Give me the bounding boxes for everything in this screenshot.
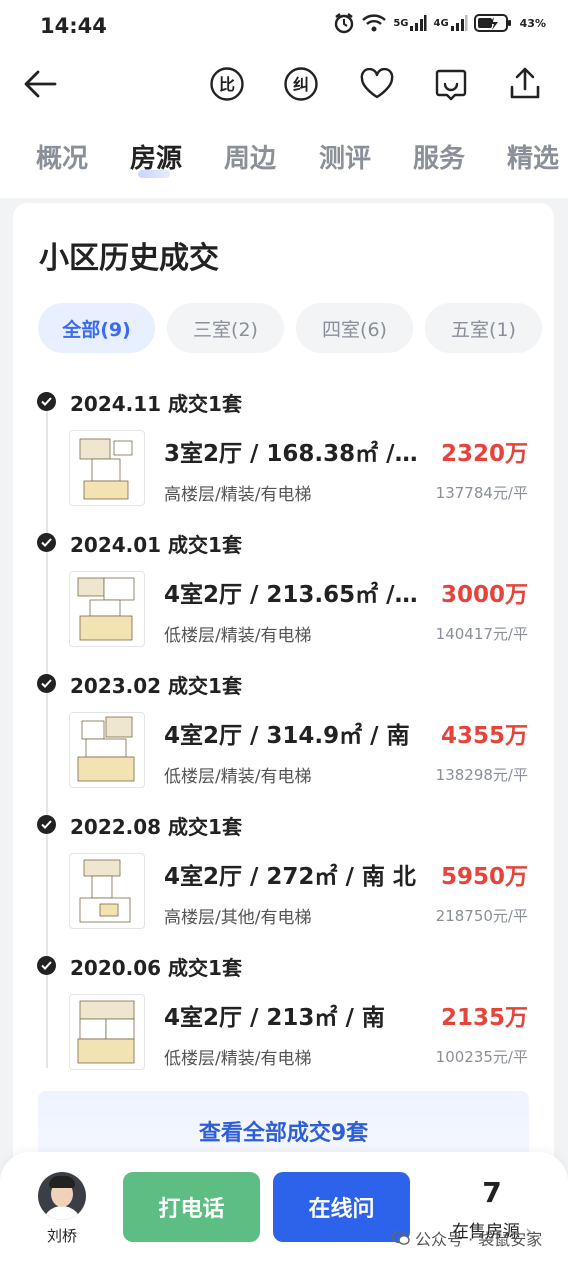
deal-price: 5950万 — [440, 864, 528, 890]
share-icon[interactable] — [503, 62, 547, 106]
compare-glyph: 比 — [219, 75, 235, 94]
call-button[interactable]: 打电话 — [123, 1172, 260, 1242]
status-time: 14:44 — [40, 14, 107, 38]
listing-spec: 4室2厅 / 314.9㎡ / 南 — [164, 723, 410, 749]
filter-chip-3-rooms[interactable]: 三室(2) — [167, 303, 284, 353]
listing-spec: 4室2厅 / 213.65㎡ / 南 北 — [164, 582, 420, 608]
signal-5g-icon: 5G — [393, 14, 427, 32]
unit-price: 218750元/平 — [435, 907, 528, 925]
transaction-item[interactable]: 2023.02 成交1套 4室2厅 / 314.9㎡ / 南 低楼层/精装/有电… — [13, 664, 554, 805]
agent-profile[interactable]: 刘桥 — [36, 1172, 88, 1246]
filter-chip-5-rooms[interactable]: 五室(1) — [425, 303, 542, 353]
status-icons: 5G 4G 43% — [333, 12, 546, 34]
listing-spec: 4室2厅 / 272㎡ / 南 北 — [164, 864, 416, 890]
agent-name: 刘桥 — [46, 1227, 77, 1245]
transaction-item[interactable]: 2020.06 成交1套 4室2厅 / 213㎡ / 南 低楼层/精装/有电梯 … — [13, 946, 554, 1087]
back-arrow-icon[interactable] — [18, 62, 62, 106]
check-icon — [37, 533, 56, 552]
transaction-date: 2024.11 成交1套 — [70, 392, 242, 416]
check-icon — [37, 815, 56, 834]
filter-chip-4-rooms[interactable]: 四室(6) — [296, 303, 413, 353]
tab-overview[interactable]: 概况 — [36, 138, 88, 175]
watermark: 公众号 · 袋鼠安家 — [392, 1226, 542, 1250]
listing-detail: 低楼层/精装/有电梯 — [164, 626, 312, 646]
alarm-icon — [333, 12, 355, 34]
check-icon — [37, 392, 56, 411]
transaction-item[interactable]: 2022.08 成交1套 4室2厅 / 272㎡ / 南 北 高楼层/其他/有电… — [13, 805, 554, 946]
transaction-date: 2020.06 成交1套 — [70, 956, 242, 980]
heart-icon[interactable] — [355, 62, 399, 106]
room-filter-chips: 全部(9) 三室(2) 四室(6) 五室(1) — [38, 303, 542, 353]
bottom-action-bar: 刘桥 打电话 在线问 7 在售房源 › 公众号 · 袋鼠安家 — [0, 1152, 568, 1262]
top-action-bar: 比 纠 — [0, 52, 568, 122]
unit-price: 137784元/平 — [435, 484, 528, 502]
check-icon — [37, 956, 56, 975]
unit-price: 100235元/平 — [435, 1048, 528, 1066]
avatar — [38, 1172, 86, 1220]
listing-detail: 高楼层/精装/有电梯 — [164, 485, 312, 505]
transaction-history-card: 小区历史成交 全部(9) 三室(2) 四室(6) 五室(1) 2024.11 成… — [13, 203, 554, 1203]
unit-price: 138298元/平 — [435, 766, 528, 784]
listing-detail: 低楼层/精装/有电梯 — [164, 1049, 312, 1069]
listing-spec: 4室2厅 / 213㎡ / 南 — [164, 1005, 385, 1031]
wechat-icon — [392, 1230, 410, 1245]
tab-review[interactable]: 测评 — [319, 138, 371, 175]
transaction-date: 2023.02 成交1套 — [70, 674, 242, 698]
unit-price: 140417元/平 — [435, 625, 528, 643]
floorplan-thumbnail — [69, 712, 145, 788]
floorplan-thumbnail — [69, 853, 145, 929]
deal-price: 2135万 — [440, 1005, 528, 1031]
battery-percent: 43% — [519, 16, 546, 30]
tab-featured[interactable]: 精选 — [507, 138, 559, 175]
watermark-text: 公众号 · 袋鼠安家 — [415, 1230, 543, 1249]
transaction-date: 2024.01 成交1套 — [70, 533, 242, 557]
floorplan-thumbnail — [69, 994, 145, 1070]
listing-spec: 3室2厅 / 168.38㎡ / 南 北 — [164, 441, 420, 467]
transaction-date: 2022.08 成交1套 — [70, 815, 242, 839]
active-tab-indicator — [138, 170, 170, 178]
tab-service[interactable]: 服务 — [413, 138, 465, 175]
section-title: 小区历史成交 — [39, 241, 219, 276]
message-icon[interactable] — [429, 62, 473, 106]
status-bar: 14:44 5G 4G 43% — [0, 0, 568, 52]
floorplan-thumbnail — [69, 430, 145, 506]
online-chat-button[interactable]: 在线问 — [273, 1172, 410, 1242]
listing-detail: 低楼层/精装/有电梯 — [164, 767, 312, 787]
deal-price: 4355万 — [440, 723, 528, 749]
tab-surroundings[interactable]: 周边 — [224, 138, 276, 175]
filter-chip-all[interactable]: 全部(9) — [38, 303, 155, 353]
battery-icon — [473, 13, 512, 33]
wifi-icon — [361, 13, 387, 33]
section-tabs: 概况 房源 周边 测评 服务 精选 — [0, 122, 568, 198]
deal-price: 3000万 — [440, 582, 528, 608]
check-icon — [37, 674, 56, 693]
correction-glyph: 纠 — [293, 75, 309, 94]
transaction-item[interactable]: 2024.01 成交1套 4室2厅 / 213.65㎡ / 南 北 低楼层/精装… — [13, 523, 554, 664]
transaction-item[interactable]: 2024.11 成交1套 3室2厅 / 168.38㎡ / 南 北 高楼层/精装… — [13, 382, 554, 523]
on-sale-count: 7 — [482, 1176, 502, 1209]
signal-4g-icon: 4G — [433, 14, 468, 32]
signal-5g-label: 5G — [393, 17, 409, 29]
correction-icon[interactable]: 纠 — [279, 62, 323, 106]
deal-price: 2320万 — [440, 441, 528, 467]
signal-4g-label: 4G — [433, 17, 449, 29]
listing-detail: 高楼层/其他/有电梯 — [164, 908, 312, 928]
floorplan-thumbnail — [69, 571, 145, 647]
compare-icon[interactable]: 比 — [205, 62, 249, 106]
